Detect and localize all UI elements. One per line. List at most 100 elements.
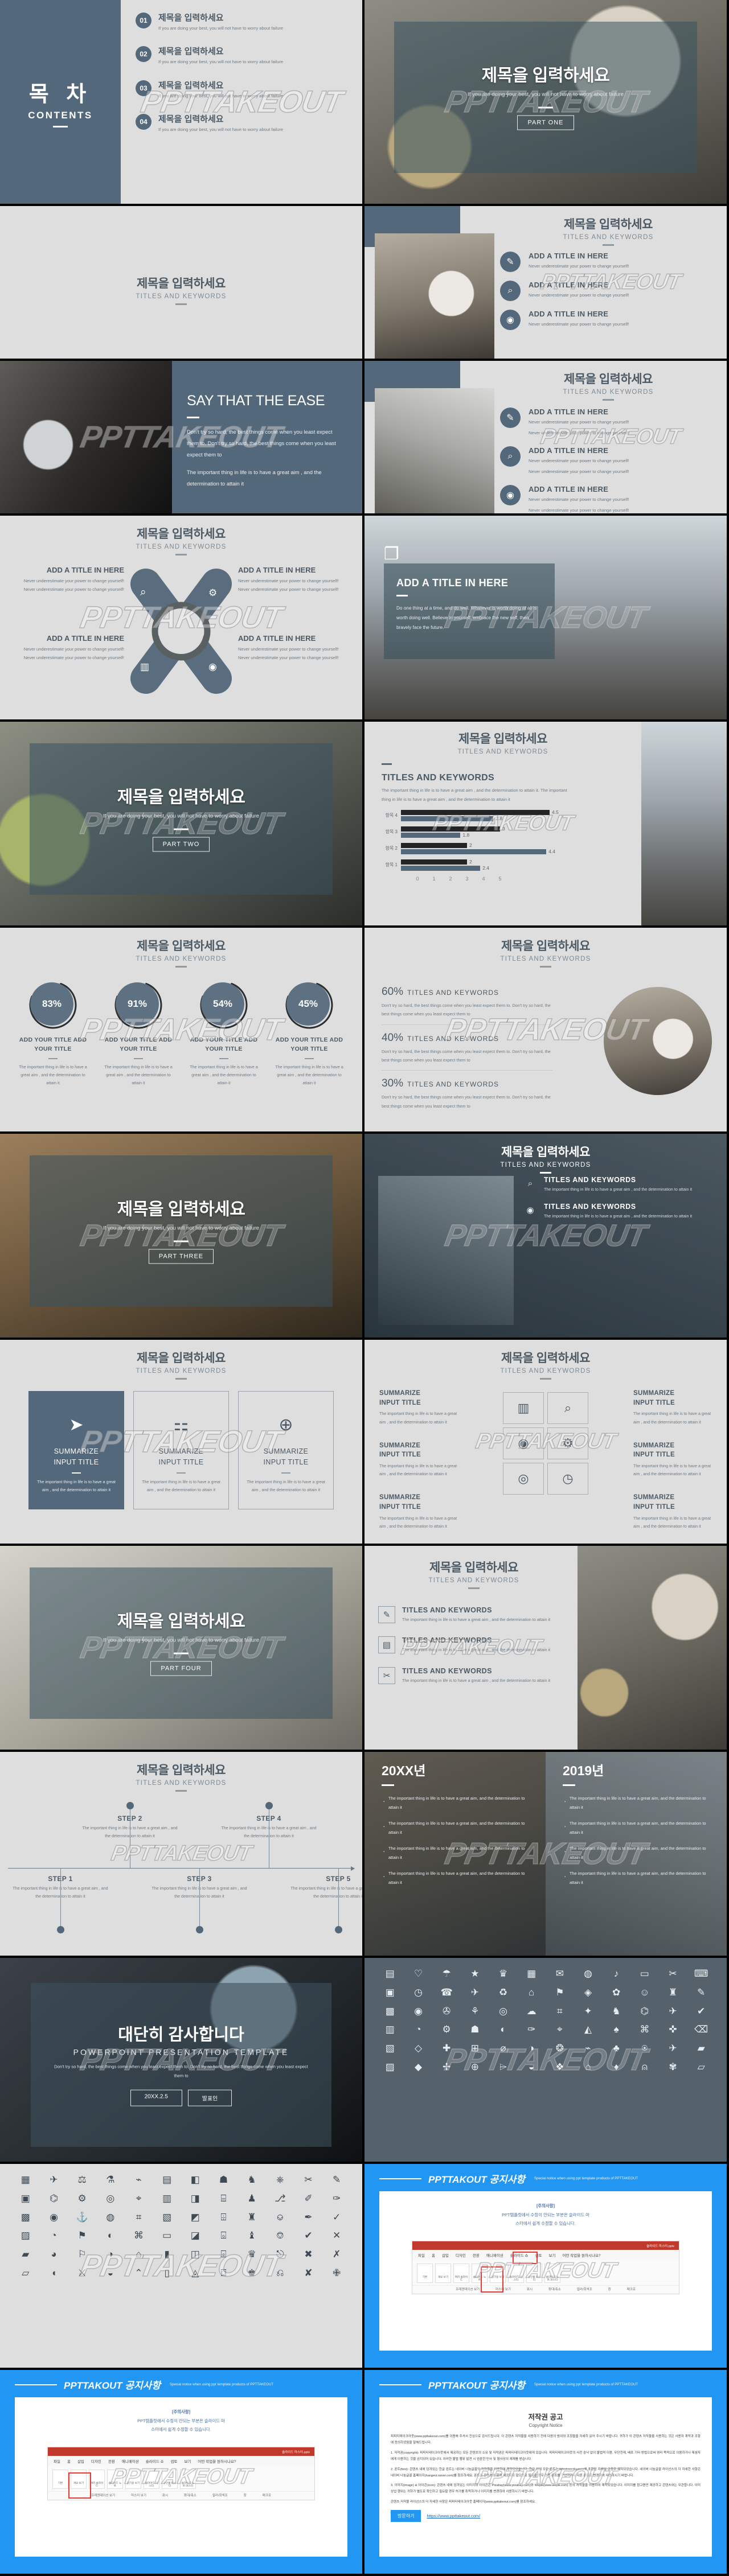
sheet-icon[interactable]: ✖ bbox=[296, 2248, 322, 2261]
sheet-icon[interactable]: ◭ bbox=[575, 2023, 601, 2036]
summarize-card[interactable]: ⊕ SUMMARIZE INPUT TITLE The important thing… bbox=[238, 1391, 334, 1509]
sheet-icon[interactable]: ✎ bbox=[688, 1986, 714, 1999]
slide-bar-chart[interactable]: 제목을 입력하세요 TITLES AND KEYWORDS TITLES AND… bbox=[364, 722, 727, 925]
checklist-item[interactable]: ✎ TITLES AND KEYWORDS The important thing … bbox=[378, 1606, 570, 1624]
site-link[interactable]: https://www.ppttakeout.com/ bbox=[427, 2513, 480, 2519]
slide-six-icon-grid[interactable]: 제목을 입력하세요 TITLES AND KEYWORDS SUMMARIZE I… bbox=[364, 1340, 727, 1544]
sheet-icon[interactable]: ♜ bbox=[660, 1986, 686, 1999]
percent-card[interactable]: 45% ADD YOUR TITLE ADD YOUR TITLE The impo… bbox=[272, 980, 347, 1088]
year-panel-left[interactable]: 20XX년 The important thing in life is to … bbox=[364, 1752, 546, 1956]
grid-caption[interactable]: SUMMARIZE INPUT TITLE The important thing … bbox=[633, 1389, 712, 1426]
grid-caption[interactable]: SUMMARIZE INPUT TITLE The important thing … bbox=[633, 1441, 712, 1479]
list-item[interactable]: 01 제목을 입력하세요 If you are doing your best,… bbox=[136, 11, 347, 32]
slide-notice-master-a[interactable]: PPTTAKOUT 공지사항 Special notice when using… bbox=[364, 2164, 727, 2368]
sheet-icon[interactable]: ★ bbox=[462, 1967, 488, 1981]
slide-checklist[interactable]: 제목을 입력하세요 TITLES AND KEYWORDS ✎ TITLES AN… bbox=[364, 1546, 727, 1750]
sheet-icon[interactable]: ☎ bbox=[433, 1986, 460, 1999]
sheet-icon[interactable]: ◑ bbox=[97, 2248, 124, 2261]
sheet-icon[interactable]: ⌨ bbox=[688, 1967, 714, 1981]
list-item[interactable]: 04 제목을 입력하세요 If you are doing your best,… bbox=[136, 113, 347, 134]
ribbon-tool-button[interactable]: 읽기용 보기 bbox=[125, 2469, 141, 2489]
sheet-icon[interactable]: ▰ bbox=[688, 2042, 714, 2055]
sheet-icon[interactable]: ✐ bbox=[296, 2192, 322, 2205]
sheet-icon[interactable]: ☺ bbox=[632, 1986, 658, 1999]
slide-percent-circles[interactable]: 제목을 입력하세요 TITLES AND KEYWORDS 83% ADD YOU… bbox=[0, 928, 362, 1131]
sheet-icon[interactable]: ♚ bbox=[239, 2266, 265, 2280]
sheet-icon[interactable]: ✒ bbox=[296, 2211, 322, 2224]
ribbon-tool-button[interactable]: 여러 슬라이드 bbox=[89, 2469, 105, 2489]
sheet-icon[interactable]: ♜ bbox=[239, 2211, 265, 2224]
sheet-icon[interactable]: ◩ bbox=[182, 2211, 208, 2224]
sheet-icon[interactable]: ✕ bbox=[323, 2229, 350, 2242]
ribbon-tool-button[interactable]: 여러 슬라이드 bbox=[453, 2263, 469, 2283]
ribbon-tool-button[interactable]: 슬라이드 노트 bbox=[107, 2469, 123, 2489]
ribbon-tab[interactable]: 애니메이션 bbox=[486, 2252, 503, 2258]
sheet-icon[interactable]: ▰ bbox=[13, 2248, 39, 2261]
sheet-icon[interactable]: ▮ bbox=[154, 2248, 180, 2261]
ribbon-tab[interactable]: 애니메이션 bbox=[122, 2458, 139, 2464]
sheet-icon[interactable]: ⚙ bbox=[433, 2023, 460, 2036]
sheet-icon[interactable]: ⎌ bbox=[267, 2266, 293, 2280]
sheet-icon[interactable]: ◫ bbox=[182, 2248, 208, 2261]
sheet-icon[interactable]: ✓ bbox=[323, 2211, 350, 2224]
ribbon-tab[interactable]: 검토 bbox=[170, 2458, 177, 2464]
ribbon-tab[interactable]: 보기 bbox=[548, 2252, 555, 2258]
sheet-icon[interactable]: ⌖ bbox=[126, 2192, 152, 2205]
sheet-icon[interactable]: ☂ bbox=[433, 1967, 460, 1981]
sheet-icon[interactable]: ♪ bbox=[603, 1967, 629, 1981]
slide-three-icon-rows[interactable]: 제목을 입력하세요 TITLES AND KEYWORDS ✎ ADD A TI… bbox=[364, 206, 727, 359]
sheet-icon[interactable]: ⌂ bbox=[518, 1986, 544, 1999]
sheet-icon[interactable]: ◕ bbox=[41, 2248, 67, 2261]
summarize-card[interactable]: ➤ SUMMARIZE INPUT TITLE The important thing… bbox=[28, 1391, 124, 1509]
sheet-icon[interactable]: ▩ bbox=[13, 2211, 39, 2224]
summarize-card[interactable]: ⚏ SUMMARIZE INPUT TITLE The important thing… bbox=[133, 1391, 229, 1509]
sheet-icon[interactable]: ✂ bbox=[660, 1967, 686, 1981]
sheet-icon[interactable]: ◷ bbox=[406, 1986, 432, 1999]
grid-caption[interactable]: SUMMARIZE INPUT TITLE The important thing … bbox=[633, 1493, 712, 1530]
sheet-icon[interactable]: ✙ bbox=[323, 2266, 350, 2280]
sheet-icon[interactable]: ✔ bbox=[688, 2005, 714, 2018]
list-item[interactable]: ✎ ADD A TITLE IN HERE Never underestimat… bbox=[500, 408, 716, 438]
sheet-icon[interactable]: ♞ bbox=[239, 2173, 265, 2187]
sheet-icon[interactable]: ⎈ bbox=[267, 2173, 293, 2187]
sheet-icon[interactable]: ♛ bbox=[239, 2248, 265, 2261]
list-item[interactable]: 02 제목을 입력하세요 If you are doing your best,… bbox=[136, 45, 347, 66]
grid-caption[interactable]: SUMMARIZE INPUT TITLE The important thing … bbox=[379, 1441, 458, 1479]
sheet-icon[interactable]: ⎊ bbox=[267, 2229, 293, 2242]
sheet-icon[interactable]: ◉ bbox=[41, 2211, 67, 2224]
sheet-icon[interactable]: ◐ bbox=[490, 2023, 517, 2036]
quadrant-caption[interactable]: ADD A TITLE IN HERE Never underestimate … bbox=[238, 634, 342, 662]
sheet-icon[interactable]: ♻ bbox=[490, 1986, 517, 1999]
sheet-icon[interactable]: ☁ bbox=[518, 2005, 544, 2018]
sheet-icon[interactable]: ▱ bbox=[13, 2266, 39, 2280]
ribbon-tool-button[interactable]: 슬라이드 마스터 bbox=[508, 2263, 524, 2283]
slide-copyright-notice[interactable]: PPTTAKOUT 공지사항 Special notice when using… bbox=[364, 2370, 727, 2574]
ribbon-tab[interactable]: 디자인 bbox=[91, 2458, 101, 2464]
quadrant-caption[interactable]: ADD A TITLE IN HERE Never underestimate … bbox=[238, 566, 342, 594]
ribbon-tabs[interactable]: 파일 홈 삽입 디자인 전환 애니메이션 슬라이드 쇼 검토 보기 어떤 작업을 원하시나요? bbox=[48, 2455, 314, 2466]
sheet-icon[interactable]: ⚔ bbox=[69, 2266, 95, 2280]
sheet-icon[interactable]: ◖ bbox=[41, 2266, 67, 2280]
checklist-item[interactable]: ✂ TITLES AND KEYWORDS The important thing … bbox=[378, 1666, 570, 1685]
sheet-icon[interactable]: ▥ bbox=[377, 2023, 403, 2036]
sheet-icon[interactable]: ♣ bbox=[603, 2042, 629, 2055]
sheet-icon[interactable]: ▨ bbox=[13, 2229, 39, 2242]
percent-list-item[interactable]: 30% TITLES AND KEYWORDS Don't try so hard,… bbox=[382, 1071, 552, 1116]
sheet-icon[interactable]: ◧ bbox=[182, 2173, 208, 2187]
slide-cover-part-four[interactable]: 제목을 입력하세요 If you are doing your best, yo… bbox=[0, 1546, 362, 1750]
ribbon-tab[interactable]: 파일 bbox=[54, 2458, 60, 2464]
percent-card[interactable]: 83% ADD YOUR TITLE ADD YOUR TITLE The impo… bbox=[15, 980, 91, 1088]
ribbon-tool-button[interactable]: 기본 bbox=[417, 2263, 433, 2283]
sheet-icon[interactable]: ✜ bbox=[660, 2023, 686, 2036]
sheet-icon[interactable]: ▧ bbox=[154, 2211, 180, 2224]
ribbon-tool-button[interactable]: 슬라이드 마스터 bbox=[144, 2469, 159, 2489]
ribbon-tool-button[interactable]: 유인물 마스터 bbox=[162, 2469, 178, 2489]
percent-list-item[interactable]: 60% TITLES AND KEYWORDS Don't try so hard,… bbox=[382, 979, 552, 1025]
sheet-icon[interactable]: ♟ bbox=[239, 2192, 265, 2205]
sheet-icon[interactable]: ◈ bbox=[575, 1986, 601, 1999]
sheet-icon[interactable]: ⌃ bbox=[126, 2266, 152, 2280]
ribbon-tool-button[interactable]: 슬라이드 노트 마스터 bbox=[180, 2469, 196, 2489]
sheet-icon[interactable]: ▩ bbox=[377, 2005, 403, 2018]
sheet-icon[interactable]: ⌁ bbox=[126, 2173, 152, 2187]
sheet-icon[interactable]: ✦ bbox=[575, 2005, 601, 2018]
